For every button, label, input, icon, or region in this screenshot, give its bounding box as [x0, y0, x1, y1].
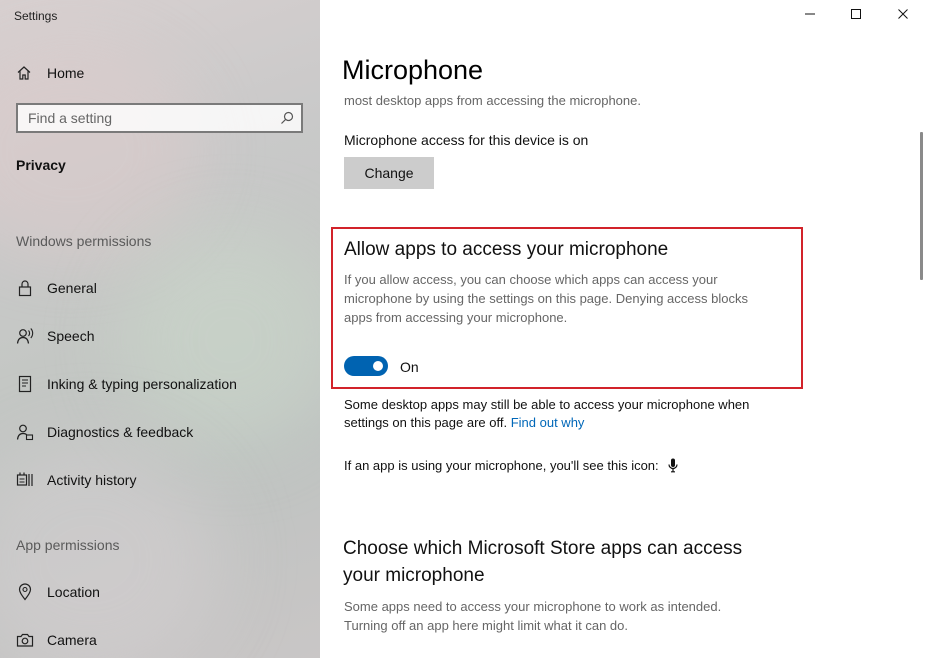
allow-apps-description-line: microphone by using the settings on this…: [344, 291, 748, 306]
desktop-apps-note-text: settings on this page are off.: [344, 415, 508, 430]
scrollbar-thumb[interactable]: [920, 132, 923, 280]
activity-history-icon: [16, 471, 34, 489]
search-box: [16, 103, 303, 133]
maximize-icon: [850, 7, 862, 25]
minimize-icon: [804, 7, 816, 25]
store-apps-description: Some apps need to access your microphone…: [344, 599, 722, 614]
group-header-app-permissions: App permissions: [16, 537, 120, 553]
main-content: Microphone most desktop apps from access…: [320, 0, 926, 658]
search-input[interactable]: [18, 105, 273, 131]
sidebar: Settings Home Privacy Windows permission…: [0, 0, 320, 658]
change-button[interactable]: Change: [344, 157, 434, 189]
sidebar-item-label: Inking & typing personalization: [47, 376, 237, 392]
sidebar-item-general[interactable]: General: [16, 276, 97, 300]
diagnostics-icon: [16, 423, 34, 441]
toggle-knob: [373, 361, 383, 371]
find-out-why-link[interactable]: Find out why: [511, 415, 585, 430]
page-title: Microphone: [342, 55, 484, 85]
minimize-button[interactable]: [787, 0, 833, 32]
nav-home-label: Home: [47, 65, 85, 81]
sidebar-item-label: Activity history: [47, 472, 137, 488]
store-apps-description-line2: Turning off an app here might limit what…: [344, 618, 628, 633]
sidebar-item-label: Speech: [47, 328, 95, 344]
sidebar-item-activity-history[interactable]: Activity history: [16, 468, 136, 492]
allow-apps-heading: Allow apps to access your microphone: [344, 239, 669, 260]
sidebar-item-camera[interactable]: Camera: [16, 628, 97, 652]
sidebar-item-label: Camera: [47, 632, 97, 648]
speech-icon: [16, 327, 34, 345]
home-icon: [16, 65, 32, 81]
toggle-state-label: On: [400, 359, 419, 375]
lock-icon: [16, 279, 34, 297]
allow-apps-description-line: apps from accessing your microphone.: [344, 310, 568, 325]
window-title: Settings: [14, 9, 58, 23]
intro-text: most desktop apps from accessing the mic…: [344, 93, 641, 108]
maximize-button[interactable]: [833, 0, 879, 32]
inking-icon: [16, 375, 34, 393]
desktop-apps-note-line2: settings on this page are off. Find out …: [344, 415, 584, 430]
sidebar-item-speech[interactable]: Speech: [16, 324, 94, 348]
allow-apps-description-line: If you allow access, you can choose whic…: [344, 272, 718, 287]
group-header-windows-permissions: Windows permissions: [16, 233, 152, 249]
nav-home[interactable]: Home: [16, 62, 84, 84]
camera-icon: [16, 631, 34, 649]
device-access-status: Microphone access for this device is on: [344, 132, 589, 148]
allow-apps-toggle[interactable]: [344, 356, 388, 376]
sidebar-item-label: Location: [47, 584, 100, 600]
sidebar-item-label: Diagnostics & feedback: [47, 424, 194, 440]
store-apps-heading: Choose which Microsoft Store apps can ac…: [343, 538, 743, 559]
store-apps-heading-line2: your microphone: [343, 565, 485, 586]
close-icon: [897, 7, 909, 25]
sidebar-item-inking-typing[interactable]: Inking & typing personalization: [16, 372, 237, 396]
microphone-icon: [668, 458, 678, 473]
location-icon: [16, 583, 34, 601]
sidebar-item-label: General: [47, 280, 97, 296]
close-button[interactable]: [880, 0, 926, 32]
scrollbar[interactable]: [917, 0, 926, 658]
background-blur: [120, 230, 320, 450]
sidebar-item-diagnostics[interactable]: Diagnostics & feedback: [16, 420, 193, 444]
sidebar-item-location[interactable]: Location: [16, 580, 100, 604]
section-title: Privacy: [16, 157, 66, 173]
search-icon[interactable]: [273, 111, 301, 125]
icon-note: If an app is using your microphone, you'…: [344, 458, 678, 473]
desktop-apps-note: Some desktop apps may still be able to a…: [344, 397, 750, 412]
icon-note-text: If an app is using your microphone, you'…: [344, 458, 659, 473]
